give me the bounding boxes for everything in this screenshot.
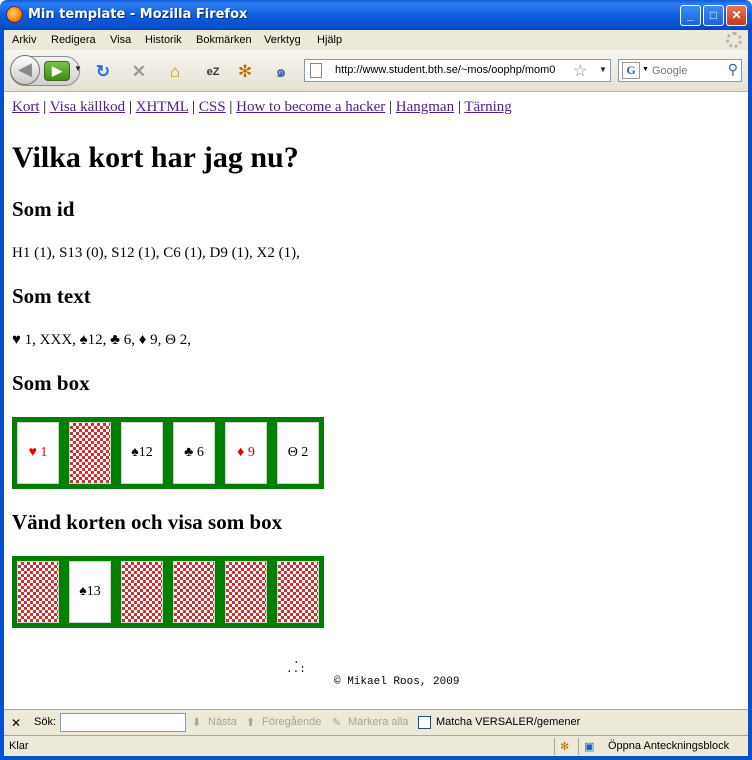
search-input[interactable]	[652, 63, 722, 78]
box-card: ♠12	[121, 422, 163, 484]
firebug-icon[interactable]: ✻	[234, 61, 256, 83]
open-notepad-button[interactable]: Öppna Anteckningsblock	[608, 740, 729, 752]
flip-card-back	[121, 561, 163, 623]
close-button[interactable]: ✕	[726, 5, 747, 26]
minimize-button[interactable]: _	[680, 5, 701, 26]
section-heading-flip: Vänd korten och visa som box	[12, 510, 283, 534]
stop-icon[interactable]: ✕	[128, 61, 150, 83]
menu-arkiv[interactable]: Arkiv	[12, 34, 36, 46]
nav-link-xhtml[interactable]: XHTML	[136, 99, 189, 115]
match-case-label[interactable]: Matcha VERSALER/gemener	[436, 716, 580, 728]
search-icon[interactable]: ⚲	[728, 61, 738, 78]
flip-card-back	[173, 561, 215, 623]
menu-visa[interactable]: Visa	[110, 34, 131, 46]
cards-as-id: H1 (1), S13 (0), S12 (1), C6 (1), D9 (1)…	[12, 245, 300, 261]
find-next-arrow-icon[interactable]: ⬇	[192, 716, 201, 729]
throbber-icon	[726, 32, 742, 48]
flip-card-back	[277, 561, 319, 623]
bookmark-star-icon[interactable]: ☆	[573, 61, 587, 81]
site-navigation: Kort | Visa källkod | XHTML | CSS | How …	[12, 99, 512, 115]
footer-copyright: © Mikael Roos, 2009	[334, 676, 460, 688]
section-heading-box: Som box	[12, 371, 90, 395]
page-title: Vilka kort har jag nu?	[12, 141, 299, 174]
find-label: Sök:	[34, 716, 57, 728]
find-close-icon[interactable]: ✕	[11, 716, 21, 730]
find-input[interactable]	[60, 713, 186, 732]
find-previous-arrow-icon[interactable]: ⬆	[246, 716, 255, 729]
box-card: ♥ 1	[17, 422, 59, 484]
footer-dots: . ..:	[286, 656, 306, 676]
box-card: Θ 2	[277, 422, 319, 484]
menu-bokmarken[interactable]: Bokmärken	[196, 34, 252, 46]
nav-link-hacker[interactable]: How to become a hacker	[236, 99, 385, 115]
box-card: ♦ 9	[225, 422, 267, 484]
section-heading-id: Som id	[12, 197, 75, 221]
firebug-status-icon[interactable]: ✻	[560, 740, 569, 753]
card-box: ♥ 1 ♠12 ♣ 6 ♦ 9Θ 2	[12, 417, 324, 489]
status-bar: Klar ✻ ▣ Öppna Anteckningsblock	[4, 735, 748, 756]
page-icon	[310, 63, 322, 78]
menu-verktyg[interactable]: Verktyg	[264, 34, 301, 46]
footer-dots-bottom: ..:	[286, 664, 306, 676]
flip-card: ♠13	[69, 561, 111, 623]
nav-link-visa-kallkod[interactable]: Visa källkod	[50, 99, 125, 115]
nav-link-tarning[interactable]: Tärning	[464, 99, 511, 115]
notepad-icon[interactable]: ▣	[584, 740, 594, 753]
menu-hjalp[interactable]: Hjälp	[317, 34, 342, 46]
nav-link-hangman[interactable]: Hangman	[396, 99, 454, 115]
extension-icon[interactable]: ๑	[270, 61, 292, 83]
find-previous-button[interactable]: Föregående	[262, 716, 321, 728]
maximize-button[interactable]: □	[703, 5, 724, 26]
reload-icon[interactable]: ↻	[92, 61, 114, 83]
find-next-button[interactable]: Nästa	[208, 716, 237, 728]
url-text[interactable]: http://www.student.bth.se/~mos/oophp/mom…	[335, 64, 573, 76]
window-frame-bottom	[0, 756, 752, 760]
window-title: Min template - Mozilla Firefox	[28, 7, 248, 22]
flip-card-back	[17, 561, 59, 623]
highlight-all-button[interactable]: Markera alla	[348, 716, 409, 728]
cards-as-text: ♥ 1, XXX, ♠12, ♣ 6, ♦ 9, Θ 2,	[12, 332, 191, 348]
back-button[interactable]: ◀	[10, 55, 40, 85]
url-dropdown-icon[interactable]: ▼	[599, 65, 607, 74]
home-icon[interactable]: ⌂	[164, 61, 186, 83]
flip-card-back	[225, 561, 267, 623]
section-heading-text: Som text	[12, 284, 91, 308]
flipped-card-box: ♠13	[12, 556, 324, 628]
history-dropdown-icon[interactable]: ▼	[74, 64, 82, 73]
menu-historik[interactable]: Historik	[145, 34, 182, 46]
find-bar: ✕ Sök: ⬇ Nästa ⬆ Föregående ✎ Markera al…	[4, 709, 748, 735]
search-box[interactable]: G ▼ ⚲	[618, 59, 742, 82]
box-card: ♣ 6	[173, 422, 215, 484]
window-titlebar[interactable]: Min template - Mozilla Firefox _ □ ✕	[0, 0, 752, 30]
page-content: Kort | Visa källkod | XHTML | CSS | How …	[4, 93, 748, 707]
highlight-icon[interactable]: ✎	[332, 716, 341, 729]
box-card-back	[69, 422, 111, 484]
status-text: Klar	[9, 740, 29, 752]
forward-button[interactable]: ▶	[44, 61, 70, 81]
window-frame-right	[748, 30, 752, 760]
firefox-icon	[6, 6, 23, 23]
address-bar[interactable]: http://www.student.bth.se/~mos/oophp/mom…	[304, 59, 611, 82]
match-case-checkbox[interactable]	[418, 716, 431, 729]
nav-link-kort[interactable]: Kort	[12, 99, 40, 115]
engine-dropdown-icon[interactable]: ▼	[642, 66, 649, 73]
search-engine-icon[interactable]: G	[622, 62, 640, 79]
addon-icon[interactable]: eZ	[202, 61, 224, 83]
nav-link-css[interactable]: CSS	[199, 99, 226, 115]
menu-redigera[interactable]: Redigera	[51, 34, 96, 46]
menu-bar: Arkiv Redigera Visa Historik Bokmärken V…	[4, 30, 748, 50]
navigation-toolbar: ◀ ▶ ▼ ↻ ✕ ⌂ eZ ✻ ๑ http://www.student.bt…	[4, 50, 748, 92]
